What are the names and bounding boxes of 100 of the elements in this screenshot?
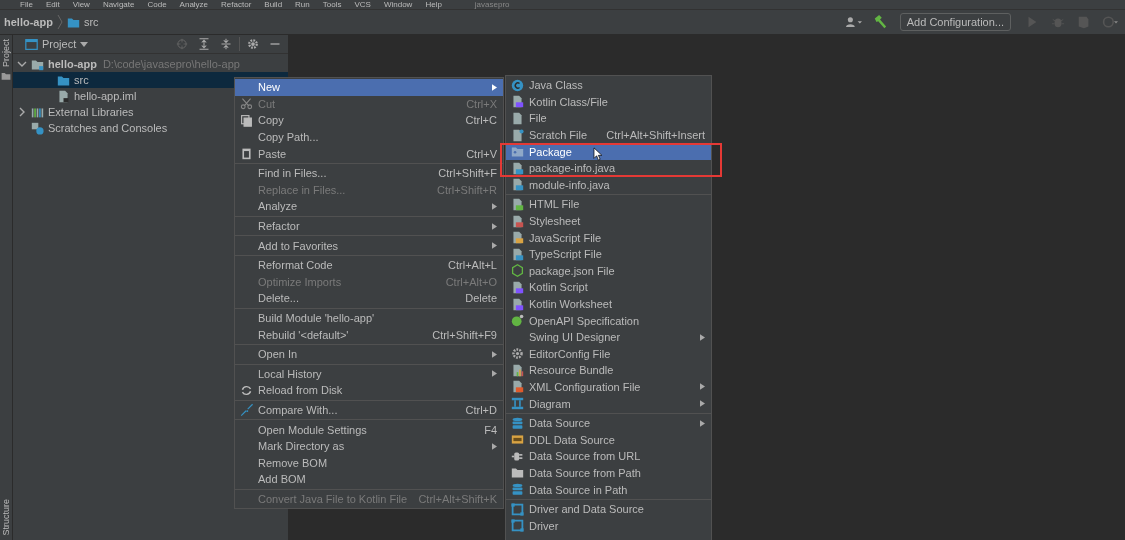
menu-item[interactable]: Delete... Delete (235, 290, 503, 307)
menu-item[interactable]: Java Class (506, 77, 711, 94)
menu-item[interactable]: DDL Data Source (506, 431, 711, 449)
copy-icon (240, 114, 253, 127)
menu-item[interactable]: Resource Bundle (506, 362, 711, 379)
breadcrumb[interactable]: src (83, 16, 99, 28)
menu[interactable]: Code (147, 0, 167, 9)
database-icon (511, 483, 524, 497)
scratches-icon (31, 121, 44, 135)
file-icon (511, 280, 524, 294)
menu-item[interactable]: Driver and Data Source (506, 500, 711, 518)
menu-item[interactable]: File (506, 110, 711, 127)
file-icon (511, 112, 524, 125)
menu[interactable]: Build (264, 0, 283, 9)
expand-all-icon[interactable] (198, 38, 210, 50)
menu-item[interactable]: Driver (506, 517, 711, 535)
menu-item[interactable]: Copy Path... (235, 128, 503, 146)
user-icon[interactable] (845, 15, 862, 29)
menu-item[interactable]: Analyze (235, 198, 503, 215)
menu-item[interactable]: Mark Directory as (235, 437, 503, 455)
settings-icon[interactable] (247, 38, 259, 50)
menu[interactable]: File (20, 0, 33, 9)
menu-item[interactable]: HTML File (506, 196, 711, 213)
menu-item[interactable]: Kotlin Worksheet (506, 295, 711, 313)
structure-tool-tab[interactable]: Structure (1, 495, 11, 540)
scratch-file-icon (511, 128, 524, 142)
menu[interactable]: Refactor (221, 0, 252, 9)
project-tool-tab[interactable]: Project (1, 35, 11, 71)
breadcrumb[interactable]: hello-app (4, 16, 53, 28)
menu-item[interactable]: Data Source from URL (506, 448, 711, 465)
menu-item[interactable]: module-info.java (506, 176, 711, 194)
menu-item[interactable]: XML Configuration File (506, 378, 711, 396)
menu-item[interactable]: Open Module Settings F4 (235, 421, 503, 438)
menu-item[interactable]: Diagram (506, 395, 711, 412)
folder-icon (511, 466, 524, 480)
menu[interactable]: Help (425, 0, 442, 9)
menu-item[interactable]: Kotlin Script (506, 279, 711, 296)
file-icon (57, 89, 70, 103)
panel-title[interactable]: Project (42, 38, 77, 50)
file-icon (511, 161, 524, 175)
plug-icon (511, 449, 524, 463)
file-icon (511, 95, 524, 109)
folder-icon[interactable] (1, 71, 11, 81)
menu-item[interactable]: Kotlin Class/File (506, 93, 711, 111)
window-title: javasepro (474, 0, 510, 9)
file-icon (511, 214, 524, 228)
scissors-icon (240, 97, 253, 111)
menu[interactable]: Navigate (102, 0, 135, 9)
menu-item[interactable]: Open In (235, 345, 503, 363)
database-icon (511, 416, 524, 430)
square-icon (511, 519, 524, 533)
expander-icon[interactable] (17, 107, 27, 117)
menu-item[interactable]: Build Module 'hello-app' (235, 309, 503, 327)
menu-item[interactable]: Data Source from Path (506, 464, 711, 482)
tree-item[interactable]: hello-app D:\code\javasepro\hello-app (13, 56, 288, 72)
menu-item[interactable]: Find in Files... Ctrl+Shift+F (235, 164, 503, 182)
add-configuration-button[interactable]: Add Configuration... (899, 13, 1011, 31)
menu-item[interactable]: TypeScript File (506, 245, 711, 263)
expander-icon[interactable] (17, 59, 27, 69)
menu[interactable]: Run (295, 0, 310, 9)
menu-item[interactable]: Copy Ctrl+C (235, 112, 503, 129)
window-icon (25, 37, 38, 51)
menu-item[interactable]: Reload from Disk (235, 382, 503, 399)
menu-item[interactable]: Local History (235, 365, 503, 383)
menu-item[interactable]: Refactor (235, 217, 503, 235)
menu-item[interactable]: Swing UI Designer (506, 328, 711, 346)
menu[interactable]: View (72, 0, 90, 9)
menu-item[interactable]: Reformat Code Ctrl+Alt+L (235, 256, 503, 274)
menu-item[interactable]: EditorConfig File (506, 345, 711, 363)
collapse-all-icon[interactable] (220, 38, 232, 50)
square-icon (511, 502, 524, 516)
caret-icon[interactable] (80, 41, 89, 47)
menu-item[interactable]: package.json File (506, 262, 711, 280)
menu-item[interactable]: OpenAPI Specification (506, 312, 711, 329)
package-icon (511, 145, 524, 159)
compare-icon (240, 403, 253, 417)
file-icon (511, 231, 524, 245)
menu-item[interactable]: Compare With... Ctrl+D (235, 401, 503, 419)
file-icon (511, 178, 524, 192)
menu[interactable]: Tools (322, 0, 342, 9)
menu-item[interactable]: Paste Ctrl+V (235, 145, 503, 162)
menu-item[interactable]: New (235, 79, 503, 96)
library-icon (31, 105, 44, 119)
menu-item[interactable]: package-info.java (506, 159, 711, 177)
menu[interactable]: Analyze (179, 0, 209, 9)
menu-item[interactable]: Scratch File Ctrl+Alt+Shift+Insert (506, 126, 711, 144)
folder-icon (66, 15, 80, 29)
menu-item[interactable]: Rebuild '<default>' Ctrl+Shift+F9 (235, 326, 503, 343)
menu[interactable]: Edit (45, 0, 60, 9)
menu-item[interactable]: Add to Favorites (235, 237, 503, 254)
menu-item[interactable]: Add BOM (235, 471, 503, 488)
class-icon (511, 78, 524, 92)
menu-item[interactable]: Data Source (506, 414, 711, 432)
menu-item[interactable]: Stylesheet (506, 212, 711, 230)
menu[interactable]: Window (383, 0, 413, 9)
menu-item[interactable]: JavaScript File (506, 229, 711, 246)
menu-item[interactable]: Data Source in Path (506, 481, 711, 498)
gear-icon (511, 347, 524, 361)
menu[interactable]: VCS (354, 0, 371, 9)
menu-item[interactable]: Remove BOM (235, 454, 503, 472)
